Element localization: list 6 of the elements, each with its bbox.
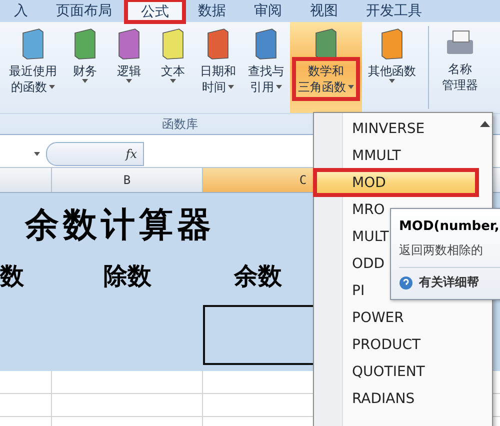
sheet-title: 余数计算器 — [25, 205, 215, 245]
column-label: 余数 — [234, 262, 282, 290]
tooltip-title: MOD(number, — [399, 219, 500, 234]
group-label: 函数库 — [162, 117, 198, 131]
tooltip-text: 返回两数相除的 — [399, 242, 484, 259]
column-label: 除数 — [104, 262, 152, 290]
